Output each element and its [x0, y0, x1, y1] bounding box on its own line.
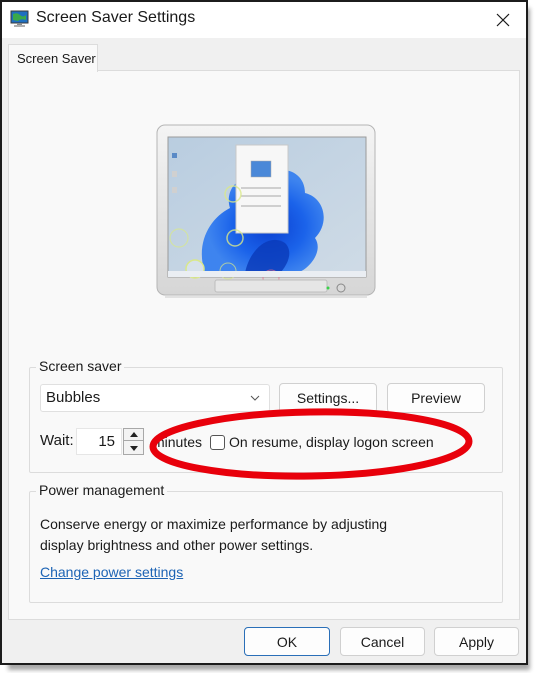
power-management-group: Power management Conserve energy or maxi…: [29, 482, 503, 603]
change-power-settings-link[interactable]: Change power settings: [40, 564, 183, 580]
tab-screen-saver[interactable]: Screen Saver: [8, 44, 98, 72]
spin-up-button[interactable]: [124, 429, 143, 441]
apply-button-label: Apply: [458, 633, 495, 650]
power-description-line-2: display brightness and other power setti…: [40, 537, 314, 553]
preview-button-label: Preview: [411, 390, 461, 406]
screen-saver-group-label: Screen saver: [36, 358, 125, 374]
apply-button[interactable]: Apply: [434, 627, 519, 656]
tab-label: Screen Saver: [17, 51, 96, 66]
arrow-down-icon: [129, 445, 138, 451]
minutes-label: minutes: [153, 434, 203, 450]
arrow-up-icon: [129, 432, 138, 437]
power-description-line-1: Conserve energy or maximize performance …: [40, 516, 388, 532]
tab-panel: Screen saver Bubbles Settings... Preview…: [8, 70, 520, 620]
power-management-description: Conserve energy or maximize performance …: [40, 514, 460, 556]
wait-spinner[interactable]: [123, 428, 144, 455]
spin-down-button[interactable]: [124, 442, 143, 454]
chevron-down-icon: [249, 391, 261, 403]
settings-button[interactable]: Settings...: [279, 383, 377, 413]
title-bar: Screen Saver Settings: [2, 2, 526, 38]
wait-label: Wait:: [40, 432, 74, 449]
cancel-button-label: Cancel: [360, 633, 405, 650]
screen-saver-settings-dialog: Screen Saver Settings Screen Saver Scree…: [0, 0, 528, 665]
settings-button-label: Settings...: [296, 390, 360, 406]
monitor-preview: [155, 123, 377, 307]
wait-minutes-input[interactable]: 15: [76, 428, 122, 455]
screen-saver-dropdown[interactable]: Bubbles: [40, 384, 270, 412]
close-icon: [496, 13, 510, 27]
wait-value: 15: [98, 433, 115, 450]
window-title: Screen Saver Settings: [36, 9, 196, 26]
power-management-group-label: Power management: [36, 482, 168, 498]
screen-saver-selected: Bubbles: [46, 389, 101, 406]
logon-screen-checkbox[interactable]: [210, 435, 225, 450]
screen-saver-group: Screen saver Bubbles Settings... Preview…: [29, 358, 503, 473]
logon-screen-checkbox-label[interactable]: On resume, display logon screen: [229, 434, 434, 450]
cancel-button[interactable]: Cancel: [340, 627, 425, 656]
ok-button[interactable]: OK: [244, 627, 330, 656]
preview-button[interactable]: Preview: [387, 383, 485, 413]
ok-button-label: OK: [276, 633, 298, 650]
monitor-globe-icon: [10, 9, 30, 29]
close-button[interactable]: [488, 6, 518, 34]
